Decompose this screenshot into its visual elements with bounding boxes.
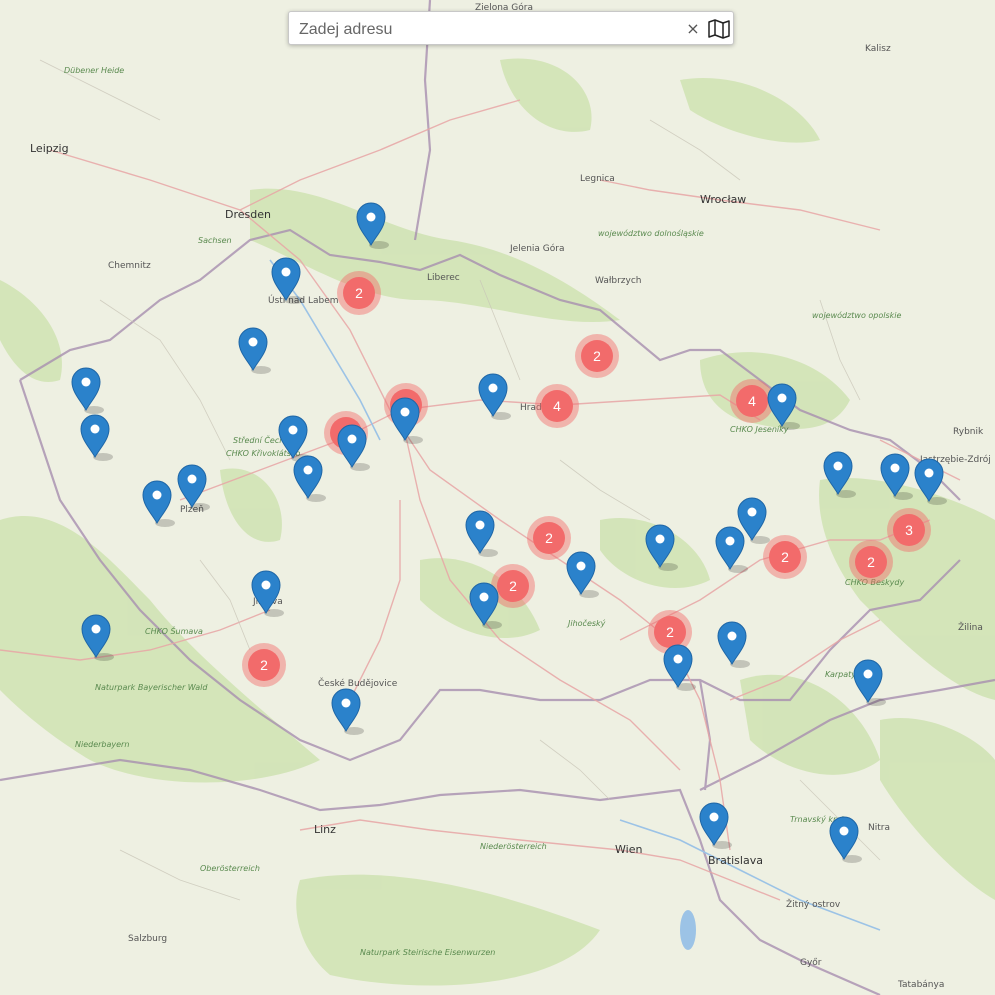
label-dresden: Dresden [225,208,271,221]
label-steirische: Naturpark Steirische Eisenwurzen [360,948,495,957]
cluster-count: 2 [260,657,268,673]
label-walbrzych: Wałbrzych [595,276,642,286]
label-nitra: Nitra [868,823,890,833]
marker-dot [341,698,351,708]
marker-dot [303,465,313,475]
marker-dot [248,337,258,347]
label-gyor: Győr [800,958,822,968]
clear-search-button[interactable]: × [683,18,703,40]
marker-dot [281,267,291,277]
cluster-count: 2 [666,624,674,640]
cluster-count: 2 [867,554,875,570]
marker-dot [187,474,197,484]
label-jelenia-gora: Jelenia Góra [509,243,565,254]
label-oberosterreich: Oberösterreich [200,864,260,873]
map-canvas[interactable]: Leipzig Dresden Chemnitz Sachsen Liberec… [0,0,995,995]
marker-cluster[interactable]: 2 [849,540,893,584]
label-bratislava: Bratislava [708,854,763,867]
label-leipzig: Leipzig [30,142,69,155]
address-search-box: × [288,11,734,45]
label-legnica: Legnica [580,174,615,184]
address-search-input[interactable] [297,16,671,44]
label-niederosterreich: Niederösterreich [480,842,547,851]
marker-dot [479,592,489,602]
marker-dot [655,534,665,544]
marker-cluster[interactable]: 3 [887,508,931,552]
cluster-count: 2 [355,285,363,301]
cluster-count: 4 [553,398,561,414]
marker-dot [777,393,787,403]
label-sachsen: Sachsen [198,236,232,245]
marker-dot [91,624,101,634]
cluster-count: 2 [545,530,553,546]
marker-cluster[interactable]: 2 [337,271,381,315]
marker-dot [863,669,873,679]
marker-dot [576,561,586,571]
label-jihocesky: Jihočeský [566,618,606,628]
label-niederbayern: Niederbayern [75,740,129,749]
marker-cluster[interactable]: 2 [763,535,807,579]
map-book-icon[interactable] [707,17,731,41]
label-kalisz: Kalisz [865,44,891,54]
label-chemnitz: Chemnitz [108,261,151,271]
marker-dot [152,490,162,500]
label-wien: Wien [615,843,642,856]
marker-dot [747,507,757,517]
marker-dot [890,463,900,473]
label-karpaty: Karpaty [825,670,856,679]
marker-dot [90,424,100,434]
marker-dot [81,377,91,387]
marker-dot [261,580,271,590]
marker-dot [400,407,410,417]
label-chko-jeseniky: CHKO Jeseníky [730,425,789,434]
marker-dot [288,425,298,435]
marker-dot [366,212,376,222]
marker-dot [839,826,849,836]
marker-dot [924,468,934,478]
marker-dot [347,434,357,444]
label-wojewodztwo-opolskie: województwo opolskie [812,310,902,320]
cluster-count: 3 [905,522,913,538]
cluster-count: 2 [781,549,789,565]
marker-dot [475,520,485,530]
label-zilina: Žilina [958,621,983,633]
marker-cluster[interactable]: 4 [730,379,774,423]
marker-cluster[interactable]: 4 [535,384,579,428]
label-chko-sumava: CHKO Šumava [145,625,203,636]
label-salzburg: Salzburg [128,934,167,944]
marker-cluster[interactable]: 2 [242,643,286,687]
label-liberec: Liberec [427,273,460,283]
cluster-count: 2 [593,348,601,364]
label-naturpark-bayerischer-wald: Naturpark Bayerischer Wald [95,683,208,692]
marker-dot [488,383,498,393]
marker-dot [727,631,737,641]
label-ceske-budejovice: České Budějovice [318,677,398,689]
cluster-count: 4 [748,393,756,409]
label-zitny-ostrov: Žitný ostrov [786,898,841,910]
marker-cluster[interactable]: 2 [575,334,619,378]
label-tatabanya: Tatabánya [897,980,944,990]
label-linz: Linz [314,823,336,836]
lake [680,910,696,950]
marker-cluster[interactable]: 2 [527,516,571,560]
label-dubener-heide: Dübener Heide [64,66,124,75]
marker-dot [673,654,683,664]
label-wroclaw: Wrocław [700,193,746,206]
cluster-count: 2 [509,578,517,594]
label-wojewodztwo-dolnoslaskie: województwo dolnośląskie [598,228,704,238]
marker-dot [833,461,843,471]
label-rybnik: Rybnik [953,427,984,437]
marker-dot [709,812,719,822]
marker-dot [725,536,735,546]
